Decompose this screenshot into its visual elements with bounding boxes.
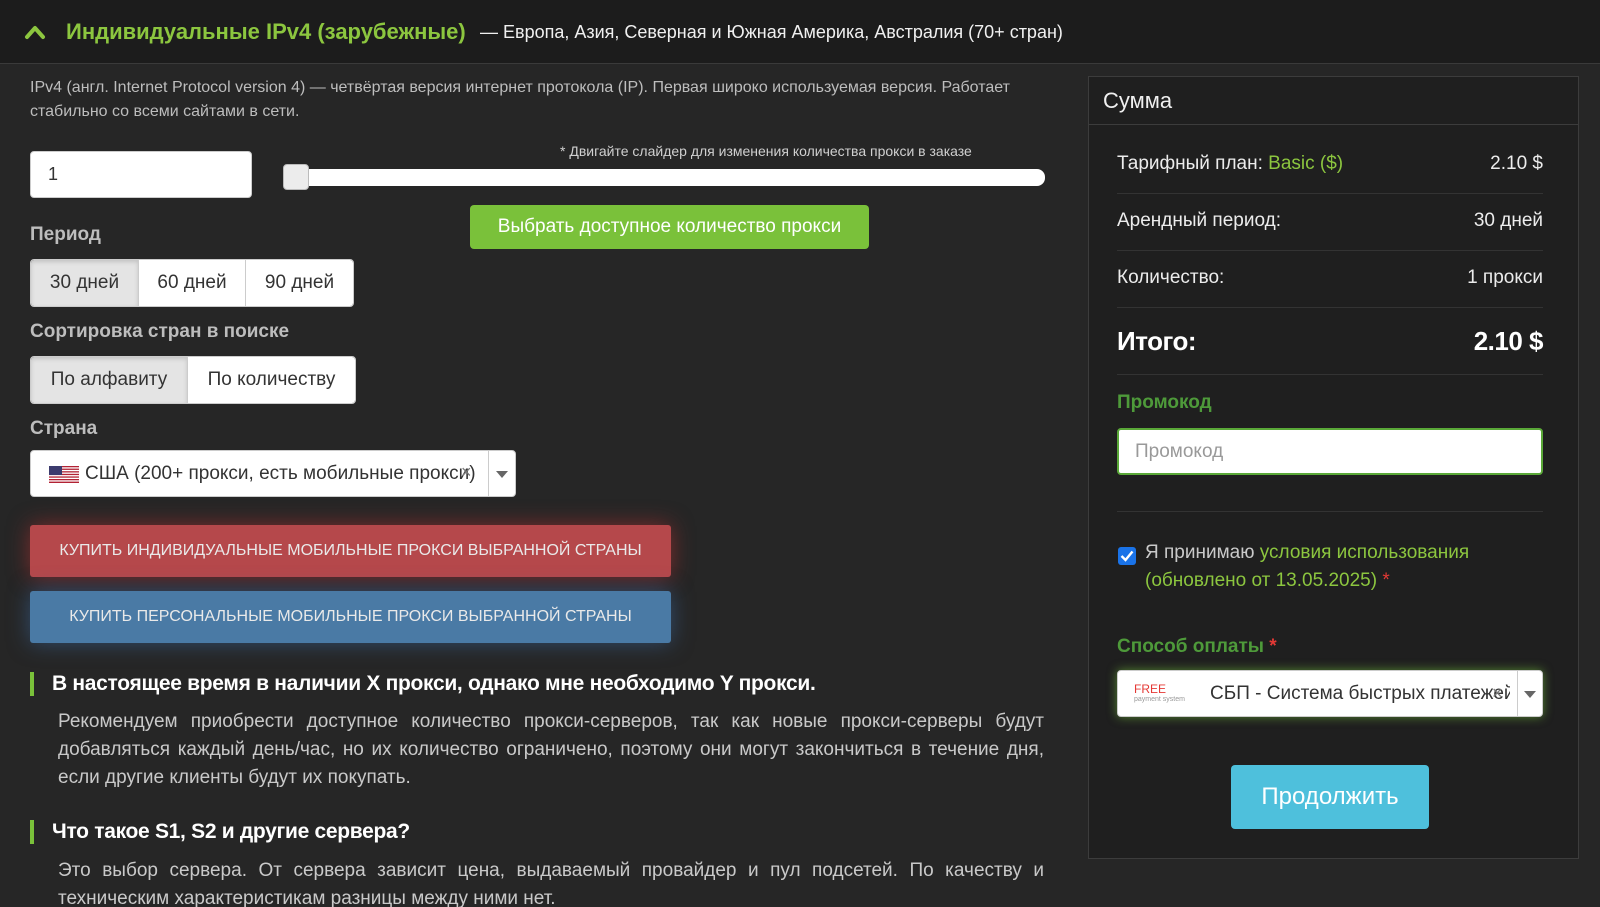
sorting-selector: По алфавиту По количеству bbox=[30, 356, 356, 404]
plan-name: Basic ($) bbox=[1268, 153, 1344, 174]
summary-title: Сумма bbox=[1103, 88, 1173, 113]
quantity-slider-track[interactable] bbox=[283, 169, 1045, 186]
summary-row-period: Арендный период: 30 дней bbox=[1117, 194, 1543, 251]
chevron-down-icon[interactable] bbox=[1524, 691, 1536, 698]
section-subtitle: — Европа, Азия, Северная и Южная Америка… bbox=[480, 22, 1063, 42]
intro-text: IPv4 (англ. Internet Protocol version 4)… bbox=[30, 79, 1010, 120]
country-select-value: США (200+ прокси, есть мобильные прокси) bbox=[85, 463, 476, 484]
summary-row-plan: Тарифный план: Basic ($) 2.10 $ bbox=[1117, 137, 1543, 194]
summary-header: Сумма bbox=[1089, 77, 1578, 125]
plan-label: Тарифный план: bbox=[1117, 153, 1263, 174]
terms-text: Я принимаю условия использования (обновл… bbox=[1145, 539, 1525, 595]
country-label: Страна bbox=[30, 418, 98, 439]
slider-hint: * Двигайте слайдер для изменения количес… bbox=[560, 143, 972, 159]
section-header[interactable]: Индивидуальные IPv4 (зарубежные) — Европ… bbox=[0, 0, 1600, 64]
terms-prefix: Я принимаю bbox=[1145, 542, 1255, 563]
period-selector: 30 дней 60 дней 90 дней bbox=[30, 259, 354, 307]
plan-price: 2.10 $ bbox=[1490, 153, 1543, 174]
payment-logo: FREE payment system bbox=[1134, 682, 1185, 703]
chevron-up-icon[interactable] bbox=[24, 22, 46, 42]
faq-answer-1: Рекомендуем приобрести доступное количес… bbox=[58, 711, 1044, 788]
payment-method-value: СБП - Система быстрых платежей bbox=[1210, 683, 1510, 704]
promo-code-input[interactable] bbox=[1117, 428, 1543, 475]
quantity-summary-value: 1 прокси bbox=[1467, 267, 1543, 288]
payment-method-label: Способ оплаты * bbox=[1117, 636, 1277, 657]
period-option-30[interactable]: 30 дней bbox=[31, 260, 139, 306]
clear-icon[interactable]: × bbox=[1492, 683, 1503, 704]
buy-mobile-personal-button[interactable]: КУПИТЬ ПЕРСОНАЛЬНЫЕ МОБИЛЬНЫЕ ПРОКСИ ВЫБ… bbox=[30, 591, 671, 643]
sort-option-quantity[interactable]: По количеству bbox=[188, 357, 355, 403]
quantity-summary-label: Количество: bbox=[1117, 267, 1225, 288]
sort-option-alphabet[interactable]: По алфавиту bbox=[31, 357, 188, 403]
faq-answer-2: Это выбор сервера. От сервера зависит це… bbox=[58, 860, 1044, 907]
clear-icon[interactable]: × bbox=[461, 462, 472, 483]
us-flag-icon bbox=[49, 466, 79, 483]
chevron-down-icon[interactable] bbox=[496, 471, 508, 478]
buy-mobile-individual-button[interactable]: КУПИТЬ ИНДИВИДУАЛЬНЫЕ МОБИЛЬНЫЕ ПРОКСИ В… bbox=[30, 525, 671, 577]
country-select[interactable]: США (200+ прокси, есть мобильные прокси)… bbox=[30, 450, 516, 497]
dropdown-divider bbox=[1517, 671, 1518, 716]
order-summary-panel: Сумма Тарифный план: Basic ($) 2.10 $ Ар… bbox=[1088, 76, 1579, 859]
select-available-quantity-button[interactable]: Выбрать доступное количество прокси bbox=[470, 205, 869, 249]
period-summary-label: Арендный период: bbox=[1117, 210, 1281, 231]
promo-label: Промокод bbox=[1117, 392, 1212, 413]
terms-checkbox[interactable] bbox=[1118, 547, 1136, 565]
period-label: Период bbox=[30, 224, 101, 245]
divider bbox=[1117, 511, 1543, 512]
payment-method-select[interactable]: FREE payment system СБП - Система быстры… bbox=[1117, 670, 1543, 717]
total-label: Итого: bbox=[1117, 326, 1197, 356]
section-title: Индивидуальные IPv4 (зарубежные) bbox=[66, 19, 466, 44]
required-star: * bbox=[1382, 570, 1390, 591]
dropdown-divider bbox=[488, 451, 489, 496]
summary-row-quantity: Количество: 1 прокси bbox=[1117, 251, 1543, 308]
continue-button[interactable]: Продолжить bbox=[1231, 765, 1429, 829]
sorting-label: Сортировка стран в поиске bbox=[30, 321, 290, 342]
faq-question-2: Что такое S1, S2 и другие сервера? bbox=[30, 820, 410, 844]
period-option-60[interactable]: 60 дней bbox=[139, 260, 246, 306]
period-summary-value: 30 дней bbox=[1473, 210, 1543, 231]
period-option-90[interactable]: 90 дней bbox=[246, 260, 353, 306]
total-value: 2.10 $ bbox=[1473, 326, 1544, 356]
summary-row-total: Итого: 2.10 $ bbox=[1117, 308, 1544, 375]
quantity-slider-handle[interactable] bbox=[283, 164, 309, 190]
quantity-input[interactable] bbox=[30, 151, 252, 198]
faq-question-1: В настоящее время в наличии X прокси, од… bbox=[30, 672, 816, 696]
check-icon bbox=[1120, 550, 1134, 562]
